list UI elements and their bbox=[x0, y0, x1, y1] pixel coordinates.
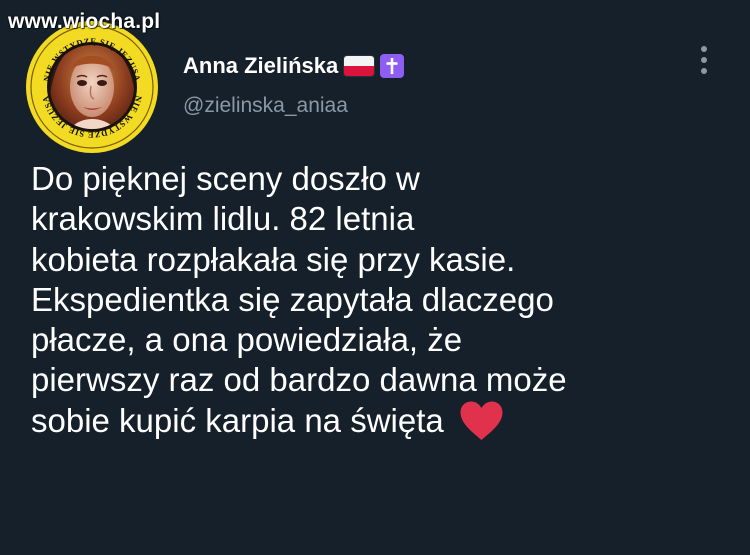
poland-flag-icon bbox=[344, 56, 375, 76]
red-heart-icon bbox=[457, 399, 506, 442]
tweet-line: płacze, a ona powiedziała, że bbox=[31, 321, 463, 359]
tweet-line: kobieta rozpłakała się przy kasie. bbox=[31, 240, 516, 278]
author-name[interactable]: Anna Zielińska bbox=[183, 53, 338, 79]
tweet-last-line: sobie kupić karpia na święta bbox=[31, 401, 731, 445]
latin-cross-icon bbox=[380, 54, 405, 78]
more-options-button[interactable] bbox=[690, 42, 718, 78]
watermark: www.wiocha.pl bbox=[8, 10, 161, 33]
avatar-image: NIE WSTYDZĘ SIĘ JEZUSA NIE WSTYDZĘ SIĘ J… bbox=[26, 21, 158, 153]
author-handle[interactable]: @zielinska_aniaa bbox=[183, 94, 348, 118]
tweet-line: Ekspedientka się zapytała dlaczego bbox=[31, 280, 554, 318]
avatar[interactable]: NIE WSTYDZĘ SIĘ JEZUSA NIE WSTYDZĘ SIĘ J… bbox=[25, 20, 159, 154]
vertical-ellipsis-icon bbox=[701, 46, 707, 74]
tweet-line: Do pięknej sceny doszło w bbox=[31, 160, 420, 197]
author-row: Anna Zielińska bbox=[183, 49, 405, 83]
tweet-text: Do pięknej sceny doszło w krakowskim lid… bbox=[31, 159, 731, 445]
tweet-line: krakowskim lidlu. 82 letnia bbox=[31, 200, 415, 238]
tweet-card: NIE WSTYDZĘ SIĘ JEZUSA NIE WSTYDZĘ SIĘ J… bbox=[0, 0, 750, 555]
tweet-line-text: sobie kupić karpia na święta bbox=[31, 401, 444, 439]
tweet-line: pierwszy raz od bardzo dawna może bbox=[31, 361, 567, 399]
